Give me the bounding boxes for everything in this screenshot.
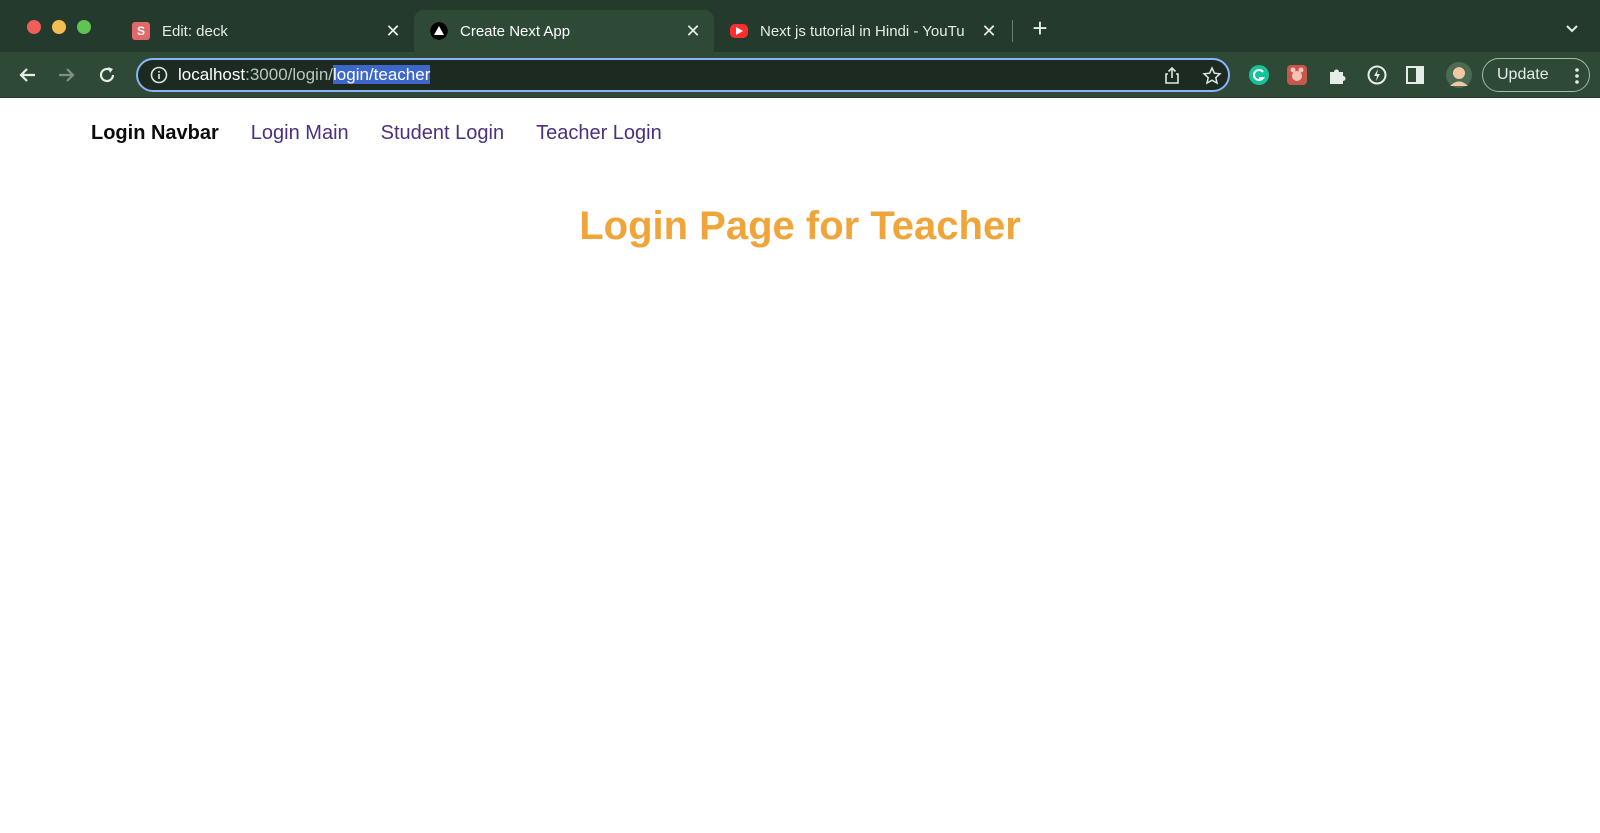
back-button[interactable] (14, 62, 40, 88)
page-title: Login Page for Teacher (579, 204, 1021, 248)
browser-toolbar: localhost:3000/login/login/teacher Updat… (0, 52, 1600, 98)
profile-avatar[interactable] (1446, 62, 1472, 88)
close-window-button[interactable] (27, 20, 41, 34)
close-icon[interactable]: ✕ (684, 21, 702, 41)
tab-title: Next js tutorial in Hindi - YouTu (760, 22, 965, 40)
reload-icon (99, 67, 115, 83)
s-icon: S (132, 22, 150, 40)
maximize-window-button[interactable] (77, 20, 91, 34)
arrow-left-icon (19, 68, 35, 82)
address-bar[interactable]: localhost:3000/login/login/teacher (136, 58, 1230, 92)
extension-icon[interactable] (1286, 64, 1308, 86)
url-host: localhost (178, 65, 246, 84)
grammarly-extension-icon[interactable] (1248, 64, 1270, 86)
nextjs-icon (430, 22, 448, 40)
bookmark-star-icon[interactable] (1202, 66, 1222, 86)
tab-search-button[interactable] (1562, 18, 1582, 38)
share-icon[interactable] (1162, 66, 1182, 86)
nav-link-student-login[interactable]: Student Login (381, 122, 504, 145)
url-text[interactable]: localhost:3000/login/login/teacher (178, 65, 431, 85)
nav-link-login-main[interactable]: Login Main (251, 122, 349, 145)
close-icon[interactable]: ✕ (384, 21, 402, 41)
tab-title: Create Next App (460, 22, 571, 40)
puzzle-extensions-icon[interactable] (1326, 64, 1348, 86)
info-icon[interactable] (150, 66, 168, 84)
close-icon[interactable]: ✕ (980, 21, 998, 41)
tab-title: Edit: deck (162, 22, 228, 40)
youtube-icon (730, 24, 748, 38)
tab-divider (1012, 20, 1013, 42)
chevron-down-icon (1566, 25, 1578, 33)
update-label: Update (1497, 66, 1549, 83)
reload-button[interactable] (94, 62, 120, 88)
navbar-brand: Login Navbar (91, 121, 219, 144)
update-button[interactable]: Update (1482, 58, 1590, 92)
minimize-window-button[interactable] (52, 20, 66, 34)
side-panel-icon[interactable] (1404, 64, 1426, 86)
url-selected-text: login/teacher (333, 65, 431, 84)
arrow-right-icon (59, 68, 75, 82)
tab-youtube[interactable]: Next js tutorial in Hindi - YouTu ✕ (714, 10, 1010, 52)
forward-button[interactable] (54, 62, 80, 88)
more-options-icon[interactable] (1575, 67, 1579, 85)
url-path: :3000/login/ (245, 65, 334, 84)
performance-icon[interactable] (1366, 64, 1388, 86)
new-tab-button[interactable]: + (1028, 15, 1052, 41)
browser-tab-bar: S Edit: deck ✕ Create Next App ✕ Next js… (0, 0, 1600, 52)
nav-link-teacher-login[interactable]: Teacher Login (536, 122, 662, 145)
tab-edit-deck[interactable]: S Edit: deck ✕ (116, 10, 414, 52)
tab-create-next-app[interactable]: Create Next App ✕ (414, 10, 714, 52)
login-navbar: Login Navbar Login Main Student Login Te… (91, 118, 662, 148)
